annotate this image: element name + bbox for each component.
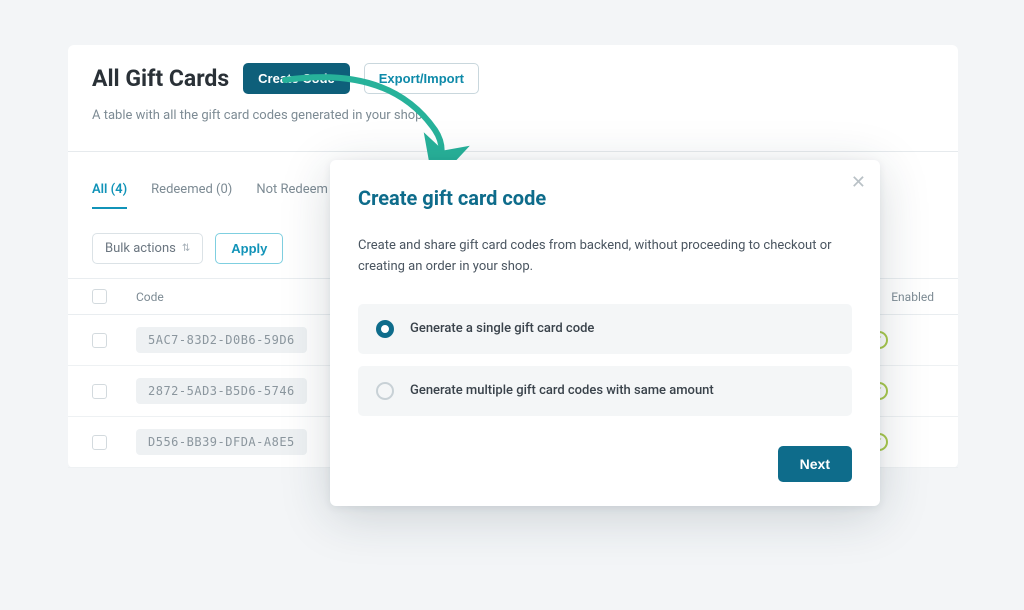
row-checkbox[interactable] [92,435,107,450]
close-icon[interactable]: ✕ [851,172,866,193]
export-import-button[interactable]: Export/Import [364,63,479,94]
modal-title: Create gift card code [358,186,852,210]
modal-description: Create and share gift card codes from ba… [358,236,852,278]
select-all-checkbox[interactable] [92,289,107,304]
page-subtitle: A table with all the gift card codes gen… [92,108,934,123]
code-pill: 5AC7-83D2-D0B6-59D6 [136,327,307,353]
tab-not-redeemed[interactable]: Not Redeem [256,182,328,209]
option-multiple[interactable]: Generate multiple gift card codes with s… [358,366,852,416]
row-checkbox[interactable] [92,333,107,348]
sort-icon: ⇅ [182,244,190,254]
option-single[interactable]: Generate a single gift card code [358,304,852,354]
option-multiple-label: Generate multiple gift card codes with s… [410,383,714,398]
create-code-modal: ✕ Create gift card code Create and share… [330,160,880,506]
code-pill: 2872-5AD3-B5D6-5746 [136,378,307,404]
row-checkbox[interactable] [92,384,107,399]
next-button[interactable]: Next [778,446,852,482]
radio-multiple[interactable] [376,382,394,400]
page-title: All Gift Cards [92,65,229,92]
tab-all[interactable]: All (4) [92,182,127,209]
bulk-actions-label: Bulk actions [105,241,176,256]
apply-button[interactable]: Apply [215,233,283,264]
panel-header: All Gift Cards Create Code Export/Import… [68,45,958,135]
create-code-button[interactable]: Create Code [243,63,350,94]
bulk-actions-select[interactable]: Bulk actions ⇅ [92,233,203,264]
option-single-label: Generate a single gift card code [410,321,594,336]
radio-single[interactable] [376,320,394,338]
tab-redeemed[interactable]: Redeemed (0) [151,182,232,209]
code-pill: D556-BB39-DFDA-A8E5 [136,429,307,455]
